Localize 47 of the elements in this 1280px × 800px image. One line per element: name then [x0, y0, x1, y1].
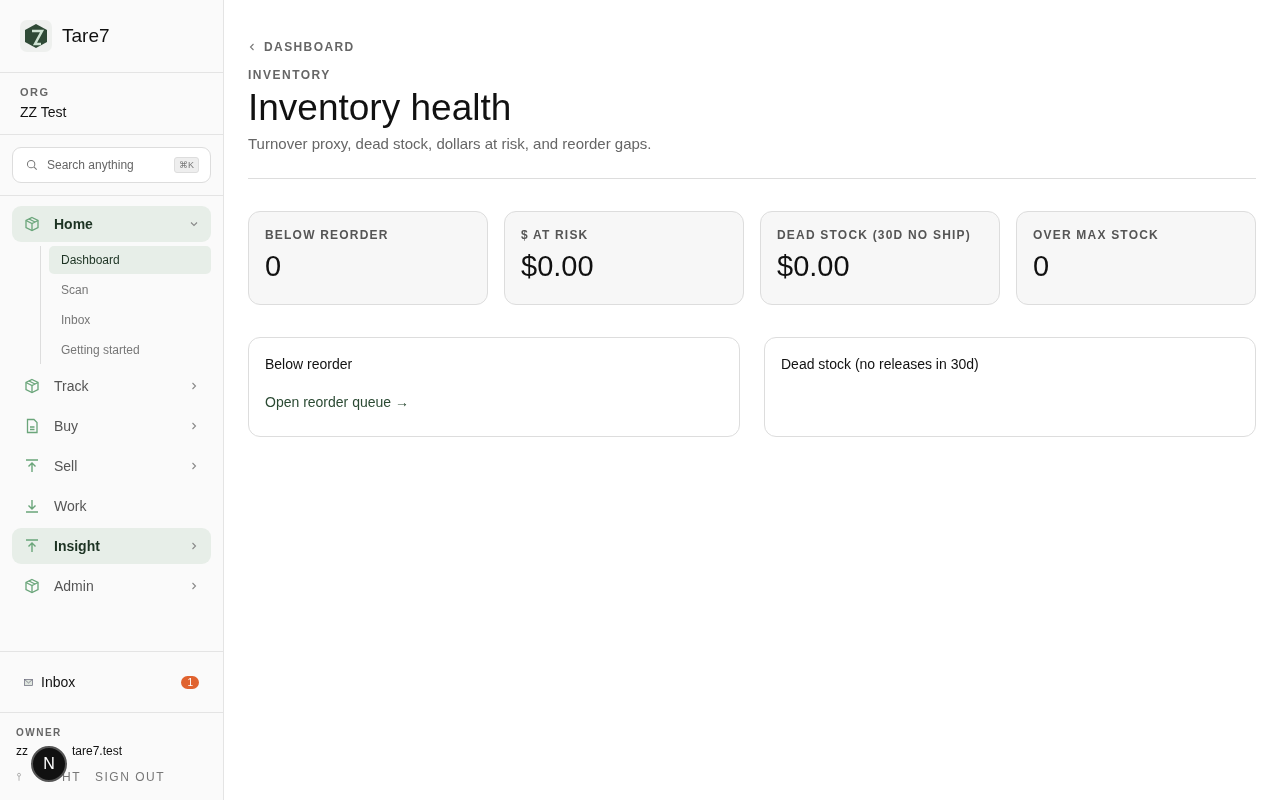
nav-subitem[interactable]: Scan [49, 276, 211, 304]
nav-item[interactable]: Admin [12, 568, 211, 604]
box-icon [24, 216, 40, 232]
stat-label: DEAD STOCK (30D NO SHIP) [777, 227, 972, 242]
nav-subitem[interactable]: Getting started [49, 336, 211, 364]
stat-value: 0 [265, 249, 283, 283]
search-icon [26, 159, 38, 171]
nav-subitem[interactable]: Inbox [49, 306, 211, 334]
page-title: Inventory health [248, 88, 513, 129]
org-name: ZZ Test [20, 104, 68, 120]
logo-icon [20, 20, 52, 52]
document-icon [24, 418, 40, 434]
stat-value: $0.00 [777, 249, 851, 283]
inbox-link[interactable]: Inbox [41, 674, 182, 690]
download-icon [24, 498, 40, 514]
stat-value: 0 [1033, 249, 1051, 283]
reorder-link[interactable]: Open reorder queue → [265, 393, 409, 410]
stat-label: $ AT RISK [521, 227, 590, 242]
chevron-icon [248, 42, 256, 52]
org-label: ORG [20, 86, 51, 98]
nav-item[interactable]: Work [12, 488, 211, 524]
box-icon [24, 578, 40, 594]
panel-title: Below reorder [265, 355, 354, 372]
envelope-icon [24, 678, 33, 686]
nav-item[interactable]: Buy [12, 408, 211, 444]
box-icon [24, 378, 40, 394]
page-subtitle: Turnover proxy, dead stock, dollars at risk, and reorder gaps. [248, 134, 653, 152]
nav-item[interactable]: Sell [12, 448, 211, 484]
sign-out-button[interactable]: SIGN OUT [95, 770, 165, 784]
email-text: tare7.test [72, 744, 123, 758]
nav-item[interactable]: Home [12, 206, 211, 242]
section-label: INVENTORY [248, 68, 332, 82]
upload-icon [24, 458, 40, 474]
nav-subitem[interactable]: Dashboard [49, 246, 211, 274]
count-badge: 1 [181, 675, 199, 689]
stat-label: BELOW REORDER [265, 227, 390, 242]
brand-name: Tare7 [62, 25, 110, 47]
shortcut-key: ⌘K [174, 157, 199, 173]
upload-icon [24, 538, 40, 554]
stat-value: $0.00 [521, 249, 595, 283]
nav-item[interactable]: Insight [12, 528, 211, 564]
panel-title: Dead stock (no releases in 30d) [781, 355, 980, 372]
back-link[interactable]: DASHBOARD [248, 40, 355, 54]
nav-item[interactable]: Track [12, 368, 211, 404]
role-label: OWNER [16, 727, 63, 738]
stat-label: OVER MAX STOCK [1033, 227, 1160, 242]
email-text: zz [16, 744, 28, 758]
